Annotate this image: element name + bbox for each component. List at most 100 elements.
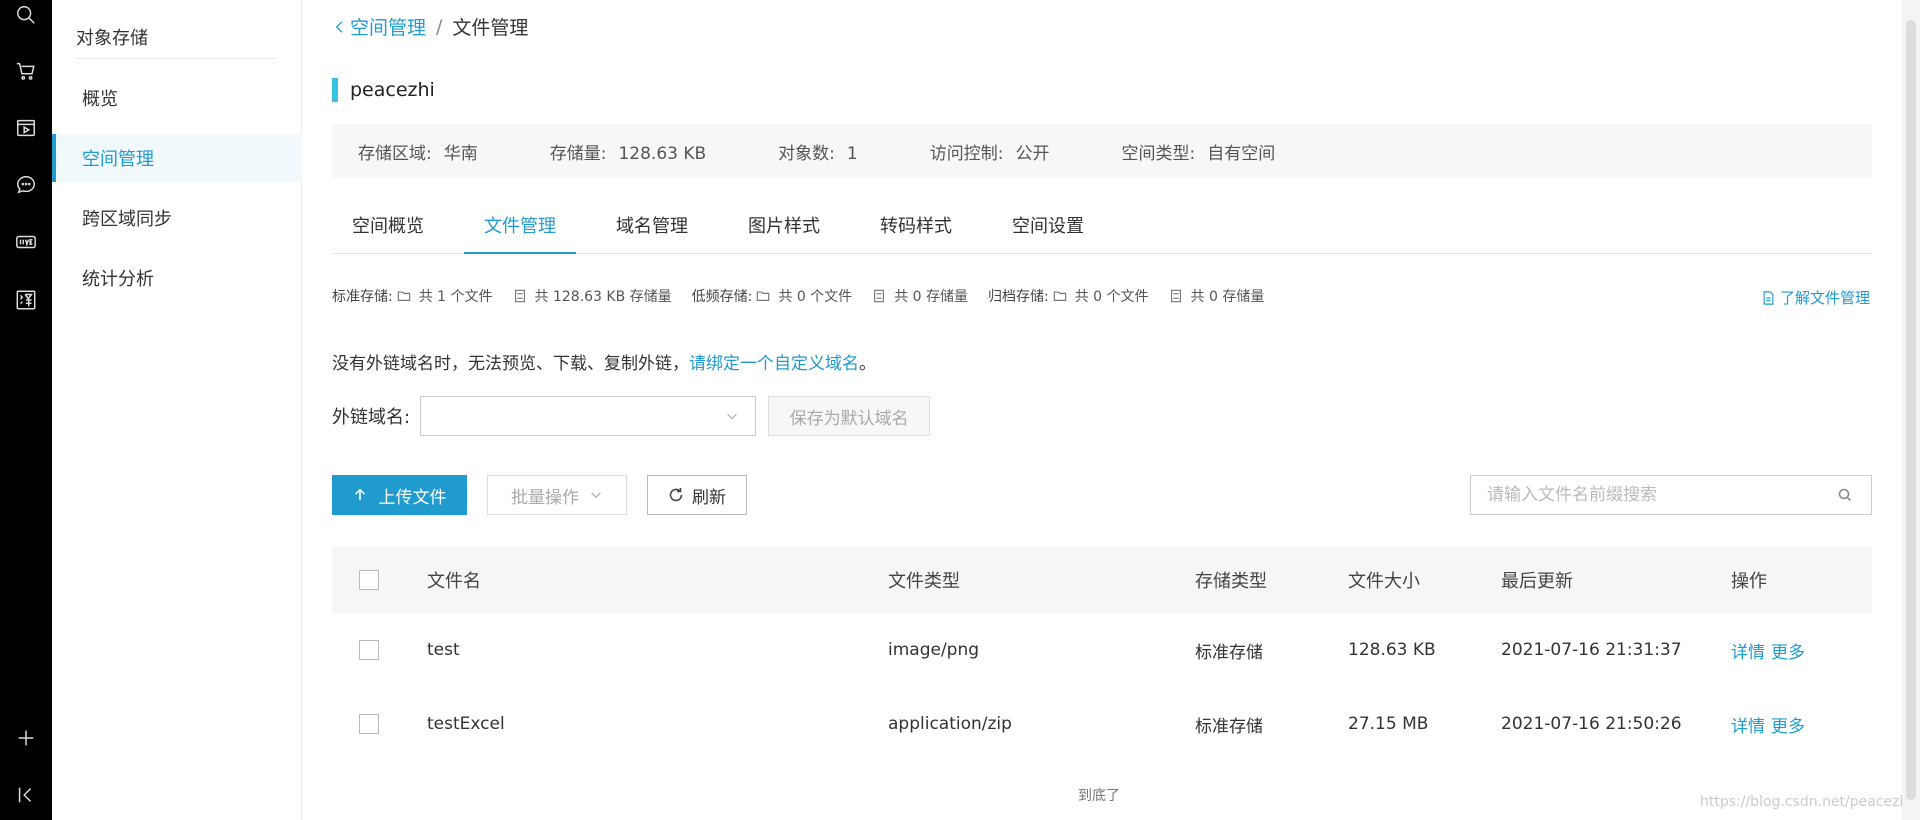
detail-link[interactable]: 详情 [1731, 643, 1765, 663]
header-file-name: 文件名 [427, 571, 481, 592]
more-link[interactable]: 更多 [1771, 717, 1805, 737]
file-table: 文件名 文件类型 存储类型 文件大小 最后更新 操作 test image/pn… [332, 547, 1872, 761]
sidebar-title: 对象存储 [76, 28, 148, 49]
bucket-header: peacezhi [332, 78, 435, 102]
sidebar-item-label: 概览 [82, 89, 118, 110]
tab-space-settings[interactable]: 空间设置 [992, 206, 1104, 254]
storage-icon [514, 289, 525, 303]
tab-file-management[interactable]: 文件管理 [464, 206, 576, 254]
stat-archive-label: 归档存储: [988, 289, 1049, 305]
folder-icon [757, 291, 770, 301]
sidebar-item-label: 空间管理 [82, 149, 154, 170]
live-icon[interactable] [13, 229, 39, 255]
learn-file-management-link[interactable]: 了解文件管理 [1762, 287, 1870, 308]
file-name: test [427, 640, 460, 660]
collapse-icon[interactable] [13, 782, 39, 808]
tab-space-overview[interactable]: 空间概览 [332, 206, 444, 254]
stat-low-files: 共 0 个文件 [756, 286, 852, 306]
file-type: image/png [888, 640, 980, 660]
sidebar-item-overview[interactable]: 概览 [52, 74, 302, 122]
media-icon[interactable] [13, 115, 39, 141]
chevron-down-icon [591, 492, 601, 499]
translate-icon[interactable] [13, 287, 39, 313]
stat-standard-size: 共 128.63 KB 存储量 [513, 286, 672, 306]
sidebar-item-statistics[interactable]: 统计分析 [52, 254, 302, 302]
file-search-input[interactable] [1471, 476, 1871, 514]
sidebar-item-space-management[interactable]: 空间管理 [52, 134, 302, 182]
file-type: application/zip [888, 714, 1012, 734]
stat-archive-files: 共 0 个文件 [1053, 286, 1149, 306]
header-file-type: 文件类型 [888, 571, 960, 592]
breadcrumb-back-link[interactable]: 空间管理 [332, 13, 426, 40]
row-actions: 详情 更多 [1731, 712, 1872, 737]
row-checkbox[interactable] [359, 714, 379, 734]
file-name: testExcel [427, 714, 505, 734]
header-file-size: 文件大小 [1348, 571, 1420, 592]
watermark: https://blog.csdn.net/peacezhi [1700, 794, 1913, 810]
tab-image-styles[interactable]: 图片样式 [728, 206, 840, 254]
info-access-control: 访问控制: 公开 [929, 143, 1050, 164]
domain-label: 外链域名: [332, 407, 411, 428]
icon-rail [0, 0, 52, 820]
file-search-box [1470, 475, 1872, 515]
folder-icon [397, 291, 410, 301]
select-all-checkbox[interactable] [359, 570, 379, 590]
main-content: 空间管理 / 文件管理 peacezhi 存储区域: 华南 存储量: 128.63 … [302, 0, 1902, 820]
header-storage-type: 存储类型 [1195, 571, 1267, 592]
domain-select[interactable] [420, 396, 757, 436]
plus-icon[interactable] [13, 725, 39, 751]
sidebar-divider [76, 58, 276, 59]
file-size: 128.63 KB [1348, 640, 1436, 660]
sidebar-item-cross-region-sync[interactable]: 跨区域同步 [52, 194, 302, 242]
breadcrumb: 空间管理 / 文件管理 [332, 13, 528, 40]
tab-transcode-styles[interactable]: 转码样式 [860, 206, 972, 254]
product-sidebar: 对象存储 概览 空间管理 跨区域同步 统计分析 [52, 0, 302, 820]
page-scrollbar[interactable] [1902, 0, 1920, 820]
table-header: 文件名 文件类型 存储类型 文件大小 最后更新 操作 [332, 547, 1872, 613]
sidebar-item-label: 跨区域同步 [82, 209, 172, 230]
tab-domain-management[interactable]: 域名管理 [596, 206, 708, 254]
stat-standard-files: 共 1 个文件 [397, 286, 493, 306]
header-last-updated: 最后更新 [1501, 571, 1573, 592]
scrollbar-thumb[interactable] [1906, 20, 1916, 800]
stat-low-size: 共 0 存储量 [872, 286, 968, 306]
stat-standard-label: 标准存储: [332, 289, 393, 305]
row-actions: 详情 更多 [1731, 638, 1872, 663]
save-default-domain-button[interactable]: 保存为默认域名 [768, 396, 931, 436]
bind-domain-link[interactable]: 请绑定一个自定义域名 [689, 354, 859, 374]
storage-stats: 标准存储: 共 1 个文件 共 128.63 KB 存储量 低频存储: 共 0 … [332, 286, 1284, 306]
more-link[interactable]: 更多 [1771, 643, 1805, 663]
folder-icon [1053, 291, 1066, 301]
bucket-accent-bar [332, 78, 338, 102]
search-icon[interactable] [13, 2, 39, 28]
info-space-type: 空间类型: 自有空间 [1121, 143, 1276, 164]
arrow-up-icon [354, 488, 365, 501]
row-checkbox[interactable] [359, 640, 379, 660]
end-of-list-text: 到底了 [1078, 788, 1120, 804]
chat-icon[interactable] [13, 172, 39, 198]
search-icon[interactable] [1837, 487, 1853, 507]
detail-link[interactable]: 详情 [1731, 717, 1765, 737]
info-storage: 存储量: 128.63 KB [549, 143, 707, 164]
cart-icon[interactable] [13, 58, 39, 84]
storage-icon [1170, 289, 1181, 303]
info-object-count: 对象数: 1 [778, 143, 858, 164]
stat-archive-size: 共 0 存储量 [1169, 286, 1264, 306]
breadcrumb-parent: 空间管理 [350, 17, 427, 39]
domain-row: 外链域名: 保存为默认域名 [332, 396, 931, 436]
sidebar-item-label: 统计分析 [82, 269, 154, 290]
refresh-button[interactable]: 刷新 [647, 475, 747, 515]
bucket-name: peacezhi [350, 79, 435, 101]
info-region: 存储区域: 华南 [358, 143, 478, 164]
file-size: 27.15 MB [1348, 714, 1429, 734]
header-actions: 操作 [1731, 571, 1767, 592]
chevron-down-icon [725, 408, 739, 427]
storage-type: 标准存储 [1195, 716, 1263, 737]
document-icon [1763, 290, 1774, 305]
tab-bar: 空间概览 文件管理 域名管理 图片样式 转码样式 空间设置 [332, 206, 1872, 254]
refresh-icon [669, 488, 683, 502]
breadcrumb-separator: / [436, 15, 443, 38]
upload-file-button[interactable]: 上传文件 [332, 475, 467, 515]
batch-operation-button[interactable]: 批量操作 [487, 475, 627, 515]
breadcrumb-current: 文件管理 [452, 17, 529, 39]
